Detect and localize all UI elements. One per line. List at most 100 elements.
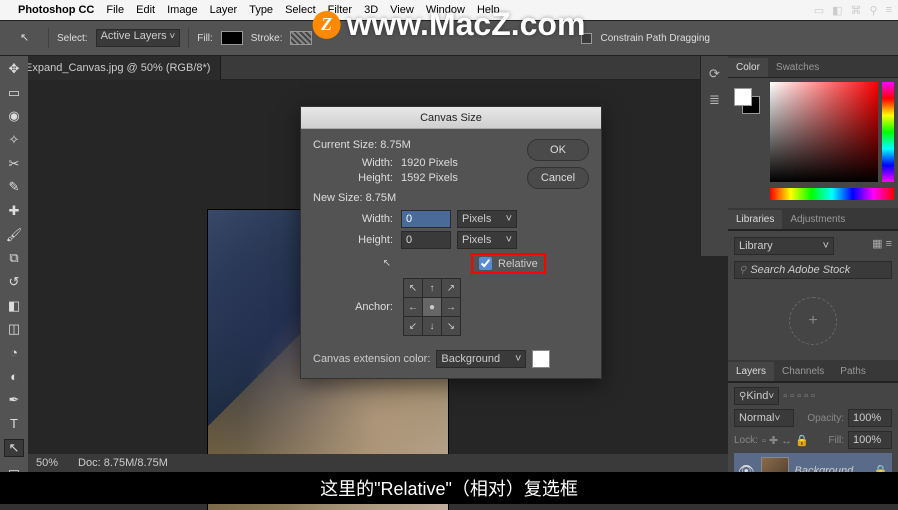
- status-bar: 50% Doc: 8.75M/8.75M: [28, 454, 728, 472]
- marquee-tool-icon[interactable]: ▭: [4, 84, 24, 102]
- anchor-center[interactable]: ●: [423, 298, 441, 316]
- zoom-level[interactable]: 50%: [36, 457, 58, 469]
- anchor-ne[interactable]: ↗: [442, 279, 460, 297]
- color-tab[interactable]: Color: [728, 58, 768, 77]
- channels-tab[interactable]: Channels: [774, 362, 832, 381]
- menu-window[interactable]: Window: [426, 4, 465, 16]
- menu-icon[interactable]: ≡: [886, 4, 892, 17]
- relative-checkbox[interactable]: [479, 257, 492, 270]
- anchor-nw[interactable]: ↖: [404, 279, 422, 297]
- menu-type[interactable]: Type: [249, 4, 273, 16]
- eraser-tool-icon[interactable]: ◧: [4, 297, 24, 315]
- extension-color-swatch[interactable]: [532, 350, 550, 368]
- macos-menubar: Photoshop CC File Edit Image Layer Type …: [0, 0, 898, 20]
- menu-edit[interactable]: Edit: [136, 4, 155, 16]
- gradient-tool-icon[interactable]: ◫: [4, 320, 24, 338]
- properties-panel-icon[interactable]: ≣: [709, 92, 720, 108]
- type-tool-icon[interactable]: T: [4, 415, 24, 433]
- libraries-panel: Library˅ ▦ ≡ ⚲ Search Adobe Stock + + ☁ …: [728, 230, 898, 360]
- extension-color-dropdown[interactable]: Background˅: [436, 350, 526, 368]
- doc-size: Doc: 8.75M/8.75M: [78, 457, 168, 469]
- history-brush-tool-icon[interactable]: ↺: [4, 273, 24, 291]
- anchor-n[interactable]: ↑: [423, 279, 441, 297]
- library-dropdown[interactable]: Library˅: [734, 237, 834, 255]
- menu-help[interactable]: Help: [477, 4, 500, 16]
- menu-filter[interactable]: Filter: [328, 4, 352, 16]
- width-unit-dropdown[interactable]: Pixels˅: [457, 210, 517, 228]
- height-unit-dropdown[interactable]: Pixels˅: [457, 231, 517, 249]
- cc-icon[interactable]: ◧: [832, 4, 842, 17]
- libraries-tab[interactable]: Libraries: [728, 210, 782, 229]
- swatches-tab[interactable]: Swatches: [768, 58, 827, 77]
- menu-view[interactable]: View: [390, 4, 414, 16]
- relative-label: Relative: [498, 258, 538, 270]
- dialog-title: Canvas Size: [301, 107, 601, 129]
- collapsed-panels: ⟳ ≣: [700, 56, 728, 256]
- opacity-input[interactable]: 100%: [848, 409, 892, 427]
- current-height-value: 1592 Pixels: [401, 172, 458, 184]
- add-to-library-button[interactable]: +: [789, 297, 837, 345]
- magic-wand-tool-icon[interactable]: ✧: [4, 131, 24, 149]
- layer-fill-input[interactable]: 100%: [848, 431, 892, 449]
- adjustments-tab[interactable]: Adjustments: [782, 210, 853, 229]
- menu-3d[interactable]: 3D: [364, 4, 378, 16]
- path-selection-tool-icon[interactable]: ↖: [20, 31, 34, 45]
- foreground-color-swatch[interactable]: [734, 88, 752, 106]
- path-selection-tool-icon-tools[interactable]: ↖: [4, 439, 24, 457]
- pen-tool-icon[interactable]: ✒: [4, 391, 24, 409]
- layers-tab[interactable]: Layers: [728, 362, 774, 381]
- options-bar: ↖ Select: Active Layers ˅ Fill: Stroke: …: [0, 20, 898, 56]
- lasso-tool-icon[interactable]: ◉: [4, 107, 24, 125]
- search-icon[interactable]: ⚲: [870, 4, 878, 17]
- anchor-label: Anchor:: [313, 301, 401, 313]
- select-mode-dropdown[interactable]: Active Layers ˅: [96, 29, 181, 47]
- canvas-size-dialog: Canvas Size OK Cancel Current Size: 8.75…: [300, 106, 602, 379]
- ok-button[interactable]: OK: [527, 139, 589, 161]
- extension-color-label: Canvas extension color:: [313, 353, 430, 365]
- app-menu[interactable]: Photoshop CC: [18, 4, 94, 16]
- constrain-label: Constrain Path Dragging: [600, 33, 710, 44]
- layer-fill-label: Fill:: [828, 435, 844, 446]
- current-width-value: 1920 Pixels: [401, 157, 458, 169]
- stroke-label: Stroke:: [251, 33, 283, 44]
- anchor-w[interactable]: ←: [404, 298, 422, 316]
- new-width-input[interactable]: [401, 210, 451, 228]
- anchor-se[interactable]: ↘: [442, 317, 460, 335]
- dodge-tool-icon[interactable]: ◐: [4, 368, 24, 386]
- subtitle-text: 这里的"Relative"（相对）复选框: [0, 472, 898, 504]
- new-height-label: Height:: [313, 234, 401, 246]
- anchor-e[interactable]: →: [442, 298, 460, 316]
- brush-tool-icon[interactable]: 🖌: [4, 226, 24, 244]
- move-tool-icon[interactable]: ✥: [4, 60, 24, 78]
- lock-label: Lock:: [734, 435, 758, 446]
- wifi-icon[interactable]: ⌘: [851, 4, 862, 17]
- hue-bar[interactable]: [770, 188, 894, 200]
- crop-tool-icon[interactable]: ✂: [4, 155, 24, 173]
- menu-layer[interactable]: Layer: [210, 4, 238, 16]
- stock-search-input[interactable]: ⚲ Search Adobe Stock: [734, 261, 892, 279]
- foreground-background-swatches[interactable]: [734, 88, 762, 116]
- document-tab[interactable]: × Expand_Canvas.jpg @ 50% (RGB/8*): [0, 56, 221, 80]
- stamp-tool-icon[interactable]: ⧉: [4, 249, 24, 267]
- menu-select[interactable]: Select: [285, 4, 316, 16]
- blend-mode-dropdown[interactable]: Normal ˅: [734, 409, 794, 427]
- menu-file[interactable]: File: [106, 4, 124, 16]
- blur-tool-icon[interactable]: ◔: [4, 344, 24, 362]
- constrain-checkbox[interactable]: [581, 33, 592, 44]
- anchor-sw[interactable]: ↙: [404, 317, 422, 335]
- layer-filter-dropdown[interactable]: ⚲ Kind ˅: [734, 387, 779, 405]
- stroke-swatch[interactable]: [290, 31, 312, 45]
- menu-image[interactable]: Image: [167, 4, 198, 16]
- healing-tool-icon[interactable]: ✚: [4, 202, 24, 220]
- anchor-s[interactable]: ↓: [423, 317, 441, 335]
- color-field[interactable]: [770, 82, 878, 182]
- paths-tab[interactable]: Paths: [832, 362, 874, 381]
- eyedropper-tool-icon[interactable]: ✎: [4, 178, 24, 196]
- anchor-grid[interactable]: ↖ ↑ ↗ ← ● → ↙ ↓ ↘: [403, 278, 461, 336]
- screen-icon[interactable]: ▭: [814, 4, 824, 17]
- history-panel-icon[interactable]: ⟳: [709, 66, 720, 82]
- fill-swatch[interactable]: [221, 31, 243, 45]
- cancel-button[interactable]: Cancel: [527, 167, 589, 189]
- new-height-input[interactable]: [401, 231, 451, 249]
- hue-strip[interactable]: [882, 82, 894, 182]
